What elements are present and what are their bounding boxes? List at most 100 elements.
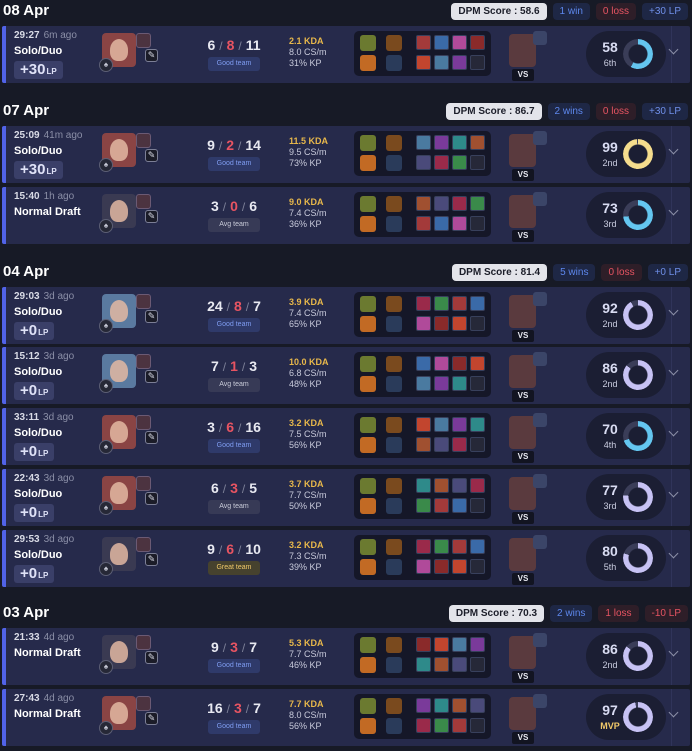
chevron-down-icon[interactable]: [670, 709, 680, 719]
performance-score[interactable]: 73 3rd: [586, 192, 666, 238]
role-icon: ♠: [99, 501, 113, 515]
match-row[interactable]: 15:12 3d ago Solo/Duo +0LP ♠ ✎ 7/1/3 Avg team 10…: [2, 347, 690, 404]
item-icon: [434, 155, 449, 170]
item-icon: [434, 539, 449, 554]
chevron-down-icon[interactable]: [670, 46, 680, 56]
build-panel[interactable]: [354, 131, 491, 176]
pencil-icon[interactable]: ✎: [145, 712, 158, 725]
match-row[interactable]: 25:09 41m ago Solo/Duo +30LP ♠ ✎ 9/2/14 Good te…: [2, 126, 690, 183]
chevron-down-icon[interactable]: [670, 146, 680, 156]
match-row[interactable]: 29:03 3d ago Solo/Duo +0LP ♠ ✎ 24/8/7 Good team…: [2, 287, 690, 344]
score-value: 70: [602, 421, 618, 437]
opponent-matchup[interactable]: VS: [509, 131, 549, 181]
opponent-matchup[interactable]: VS: [509, 352, 549, 402]
rune-icon: [360, 498, 376, 514]
empty-item-slot: [470, 155, 485, 170]
pencil-icon[interactable]: ✎: [145, 492, 158, 505]
performance-score[interactable]: 86 2nd: [586, 633, 666, 679]
chevron-down-icon[interactable]: [670, 367, 680, 377]
pencil-icon[interactable]: ✎: [145, 370, 158, 383]
dpm-score-badge: DPM Score : 81.4: [451, 264, 548, 281]
pencil-icon[interactable]: ✎: [145, 49, 158, 62]
chevron-down-icon[interactable]: [670, 307, 680, 317]
match-row[interactable]: 33:11 3d ago Solo/Duo +0LP ♠ ✎ 3/6/16 Good team…: [2, 408, 690, 465]
chevron-down-icon[interactable]: [670, 428, 680, 438]
cs-per-min: 7.3 CS/m: [289, 551, 327, 561]
kda-separator: /: [241, 200, 246, 214]
lp-change-badge: +0 LP: [647, 264, 688, 281]
item-icon: [470, 35, 485, 50]
performance-score[interactable]: 70 4th: [586, 413, 666, 459]
assists: 11: [245, 37, 261, 53]
item-icon: [452, 55, 467, 70]
chevron-down-icon[interactable]: [670, 207, 680, 217]
item-icon: [416, 698, 431, 713]
opponent-matchup[interactable]: VS: [509, 413, 549, 463]
build-panel[interactable]: [354, 192, 491, 237]
summoner-spell-icon: [136, 33, 151, 48]
pencil-icon[interactable]: ✎: [145, 651, 158, 664]
performance-score[interactable]: 80 5th: [586, 535, 666, 581]
kda-separator: /: [241, 482, 246, 496]
rune-icon: [360, 698, 376, 714]
opponent-portrait: [509, 195, 536, 228]
score-rank: 5th: [603, 562, 617, 572]
opponent-secondary-icon: [533, 633, 547, 647]
build-panel[interactable]: [354, 352, 491, 397]
rune-icon: [360, 135, 376, 151]
match-row[interactable]: 21:33 4d ago Normal Draft ♠ ✎ 9/3/7 Good team 5…: [2, 628, 690, 685]
build-panel[interactable]: [354, 292, 491, 337]
opponent-matchup[interactable]: VS: [509, 192, 549, 242]
opponent-matchup[interactable]: VS: [509, 292, 549, 342]
performance-score[interactable]: 86 2nd: [586, 352, 666, 398]
performance-score[interactable]: 97 MVP: [586, 694, 666, 740]
rune-icon: [360, 417, 376, 433]
rune-icon: [360, 437, 376, 453]
performance-score[interactable]: 99 2nd: [586, 131, 666, 177]
performance-score[interactable]: 92 2nd: [586, 292, 666, 338]
opponent-matchup[interactable]: VS: [509, 474, 549, 524]
item-icon: [434, 356, 449, 371]
item-icon: [416, 155, 431, 170]
kda-separator: /: [238, 39, 242, 53]
build-panel[interactable]: [354, 413, 491, 458]
match-row[interactable]: 27:43 4d ago Normal Draft ♠ ✎ 16/3/7 Good team…: [2, 689, 690, 746]
build-panel[interactable]: [354, 535, 491, 580]
pencil-icon[interactable]: ✎: [145, 210, 158, 223]
chevron-down-icon[interactable]: [670, 489, 680, 499]
build-panel[interactable]: [354, 474, 491, 519]
kill-death-assist: 7/1/3: [189, 358, 279, 374]
match-stats: 9.0 KDA 7.4 CS/m 36% KP: [289, 197, 327, 230]
opponent-matchup[interactable]: VS: [509, 694, 549, 744]
match-row[interactable]: 29:53 3d ago Solo/Duo +0LP ♠ ✎ 9/6/10 Great tea…: [2, 530, 690, 587]
opponent-matchup[interactable]: VS: [509, 535, 549, 585]
vs-label: VS: [512, 732, 534, 744]
vs-label: VS: [512, 390, 534, 402]
rune-icon: [386, 417, 402, 433]
lp-unit: LP: [38, 328, 49, 337]
pencil-icon[interactable]: ✎: [145, 310, 158, 323]
rune-icon: [360, 155, 376, 171]
wins-badge: 5 wins: [553, 264, 596, 281]
chevron-down-icon[interactable]: [670, 648, 680, 658]
opponent-matchup[interactable]: VS: [509, 31, 549, 81]
build-panel[interactable]: [354, 633, 491, 678]
build-panel[interactable]: [354, 31, 491, 76]
performance-score[interactable]: 58 6th: [586, 31, 666, 77]
match-row[interactable]: 22:43 3d ago Solo/Duo +0LP ♠ ✎ 6/3/5 Avg team 3.…: [2, 469, 690, 526]
chevron-down-icon[interactable]: [670, 550, 680, 560]
performance-score[interactable]: 77 3rd: [586, 474, 666, 520]
pencil-icon[interactable]: ✎: [145, 431, 158, 444]
rune-icon: [360, 478, 376, 494]
build-panel[interactable]: [354, 694, 491, 739]
item-icon: [452, 155, 467, 170]
duration-value: 15:12: [14, 351, 40, 362]
pencil-icon[interactable]: ✎: [145, 149, 158, 162]
match-row[interactable]: 29:27 6m ago Solo/Duo +30LP ♠ ✎ 6/8/11 Good tea…: [2, 26, 690, 83]
pencil-icon[interactable]: ✎: [145, 553, 158, 566]
kda-separator: /: [219, 39, 223, 53]
kda-separator: /: [238, 421, 242, 435]
match-row[interactable]: 15:40 1h ago Normal Draft ♠ ✎ 3/0/6 Avg team 9.…: [2, 187, 690, 244]
opponent-matchup[interactable]: VS: [509, 633, 549, 683]
opponent-portrait: [509, 636, 536, 669]
